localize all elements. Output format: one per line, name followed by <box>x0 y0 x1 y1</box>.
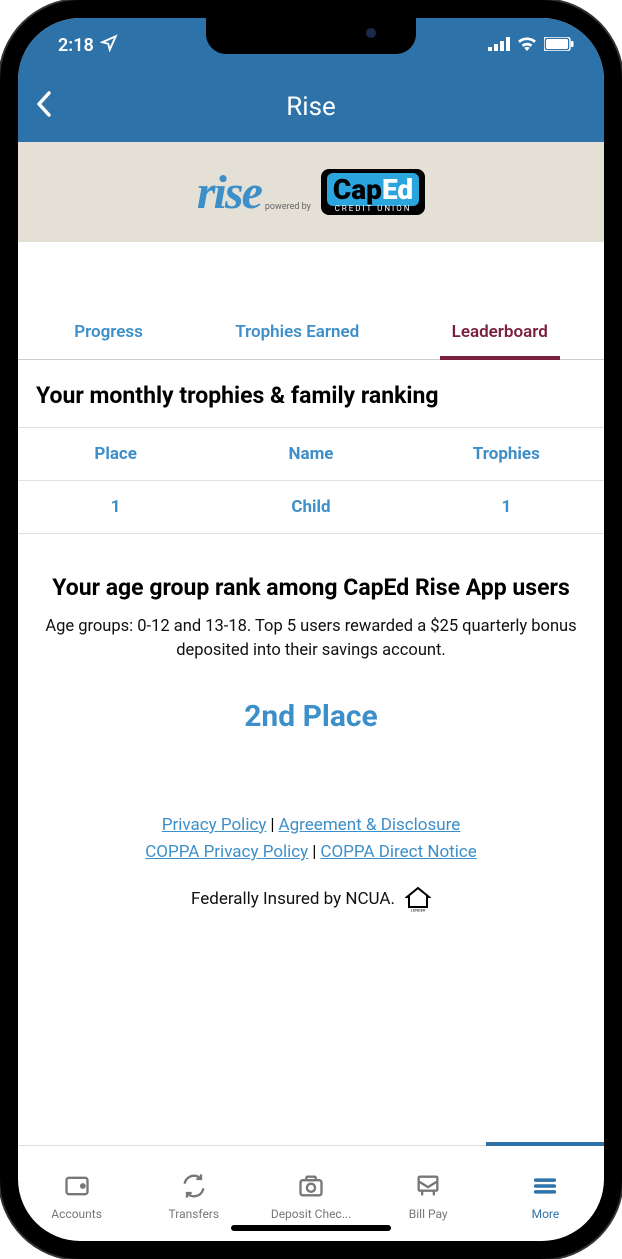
page-title: Rise <box>286 92 336 122</box>
insured-text: Federally Insured by NCUA. <box>191 889 395 909</box>
insured-line: Federally Insured by NCUA. LENDER <box>18 886 604 912</box>
cellular-icon <box>488 35 510 56</box>
brand-banner: rise powered by CapEd CREDIT UNION <box>18 142 604 242</box>
nav-more[interactable]: More <box>487 1146 604 1241</box>
table-row: 1 Child 1 <box>18 481 604 534</box>
tab-leaderboard[interactable]: Leaderboard <box>440 312 560 360</box>
home-indicator[interactable] <box>231 1225 391 1231</box>
nav-accounts-label: Accounts <box>51 1207 102 1221</box>
cell-place: 1 <box>18 481 213 533</box>
link-coppa-privacy[interactable]: COPPA Privacy Policy <box>145 842 308 862</box>
camera-icon <box>297 1172 325 1203</box>
equal-housing-lender-icon: LENDER <box>405 886 431 912</box>
menu-icon <box>531 1172 559 1203</box>
tab-trophies[interactable]: Trophies Earned <box>223 312 371 359</box>
family-ranking-title: Your monthly trophies & family ranking <box>18 360 604 427</box>
back-button[interactable] <box>36 90 52 125</box>
status-time: 2:18 <box>58 35 94 56</box>
device-notch <box>206 18 416 54</box>
nav-deposit-label: Deposit Chec... <box>271 1207 351 1221</box>
billpay-icon <box>414 1172 442 1203</box>
svg-text:LENDER: LENDER <box>411 908 426 913</box>
cell-name: Child <box>213 481 408 533</box>
tab-progress[interactable]: Progress <box>62 312 155 359</box>
nav-header: Rise <box>18 72 604 142</box>
age-group-title: Your age group rank among CapEd Rise App… <box>18 534 604 609</box>
col-name: Name <box>213 428 408 480</box>
col-place: Place <box>18 428 213 480</box>
tab-bar: Progress Trophies Earned Leaderboard <box>18 312 604 360</box>
battery-icon <box>544 35 574 56</box>
nav-more-label: More <box>532 1207 560 1221</box>
link-agreement[interactable]: Agreement & Disclosure <box>279 815 461 835</box>
nav-accounts[interactable]: Accounts <box>18 1146 135 1241</box>
wifi-icon <box>516 35 538 56</box>
family-table: Place Name Trophies 1 Child 1 <box>18 427 604 534</box>
age-group-desc: Age groups: 0-12 and 13-18. Top 5 users … <box>18 609 604 663</box>
rise-logo: rise <box>197 165 261 220</box>
powered-by-text: powered by <box>265 202 311 212</box>
col-trophies: Trophies <box>409 428 604 480</box>
age-group-rank: 2nd Place <box>18 699 604 734</box>
transfers-icon <box>180 1172 208 1203</box>
cell-trophies: 1 <box>409 481 604 533</box>
footer-links: Privacy Policy|Agreement & Disclosure CO… <box>18 812 604 866</box>
nav-transfers-label: Transfers <box>169 1207 220 1221</box>
location-icon <box>100 34 118 57</box>
nav-billpay-label: Bill Pay <box>409 1207 448 1221</box>
link-privacy[interactable]: Privacy Policy <box>162 815 267 835</box>
accounts-icon <box>63 1172 91 1203</box>
link-coppa-notice[interactable]: COPPA Direct Notice <box>320 842 476 862</box>
caped-logo: CapEd CREDIT UNION <box>321 169 425 215</box>
